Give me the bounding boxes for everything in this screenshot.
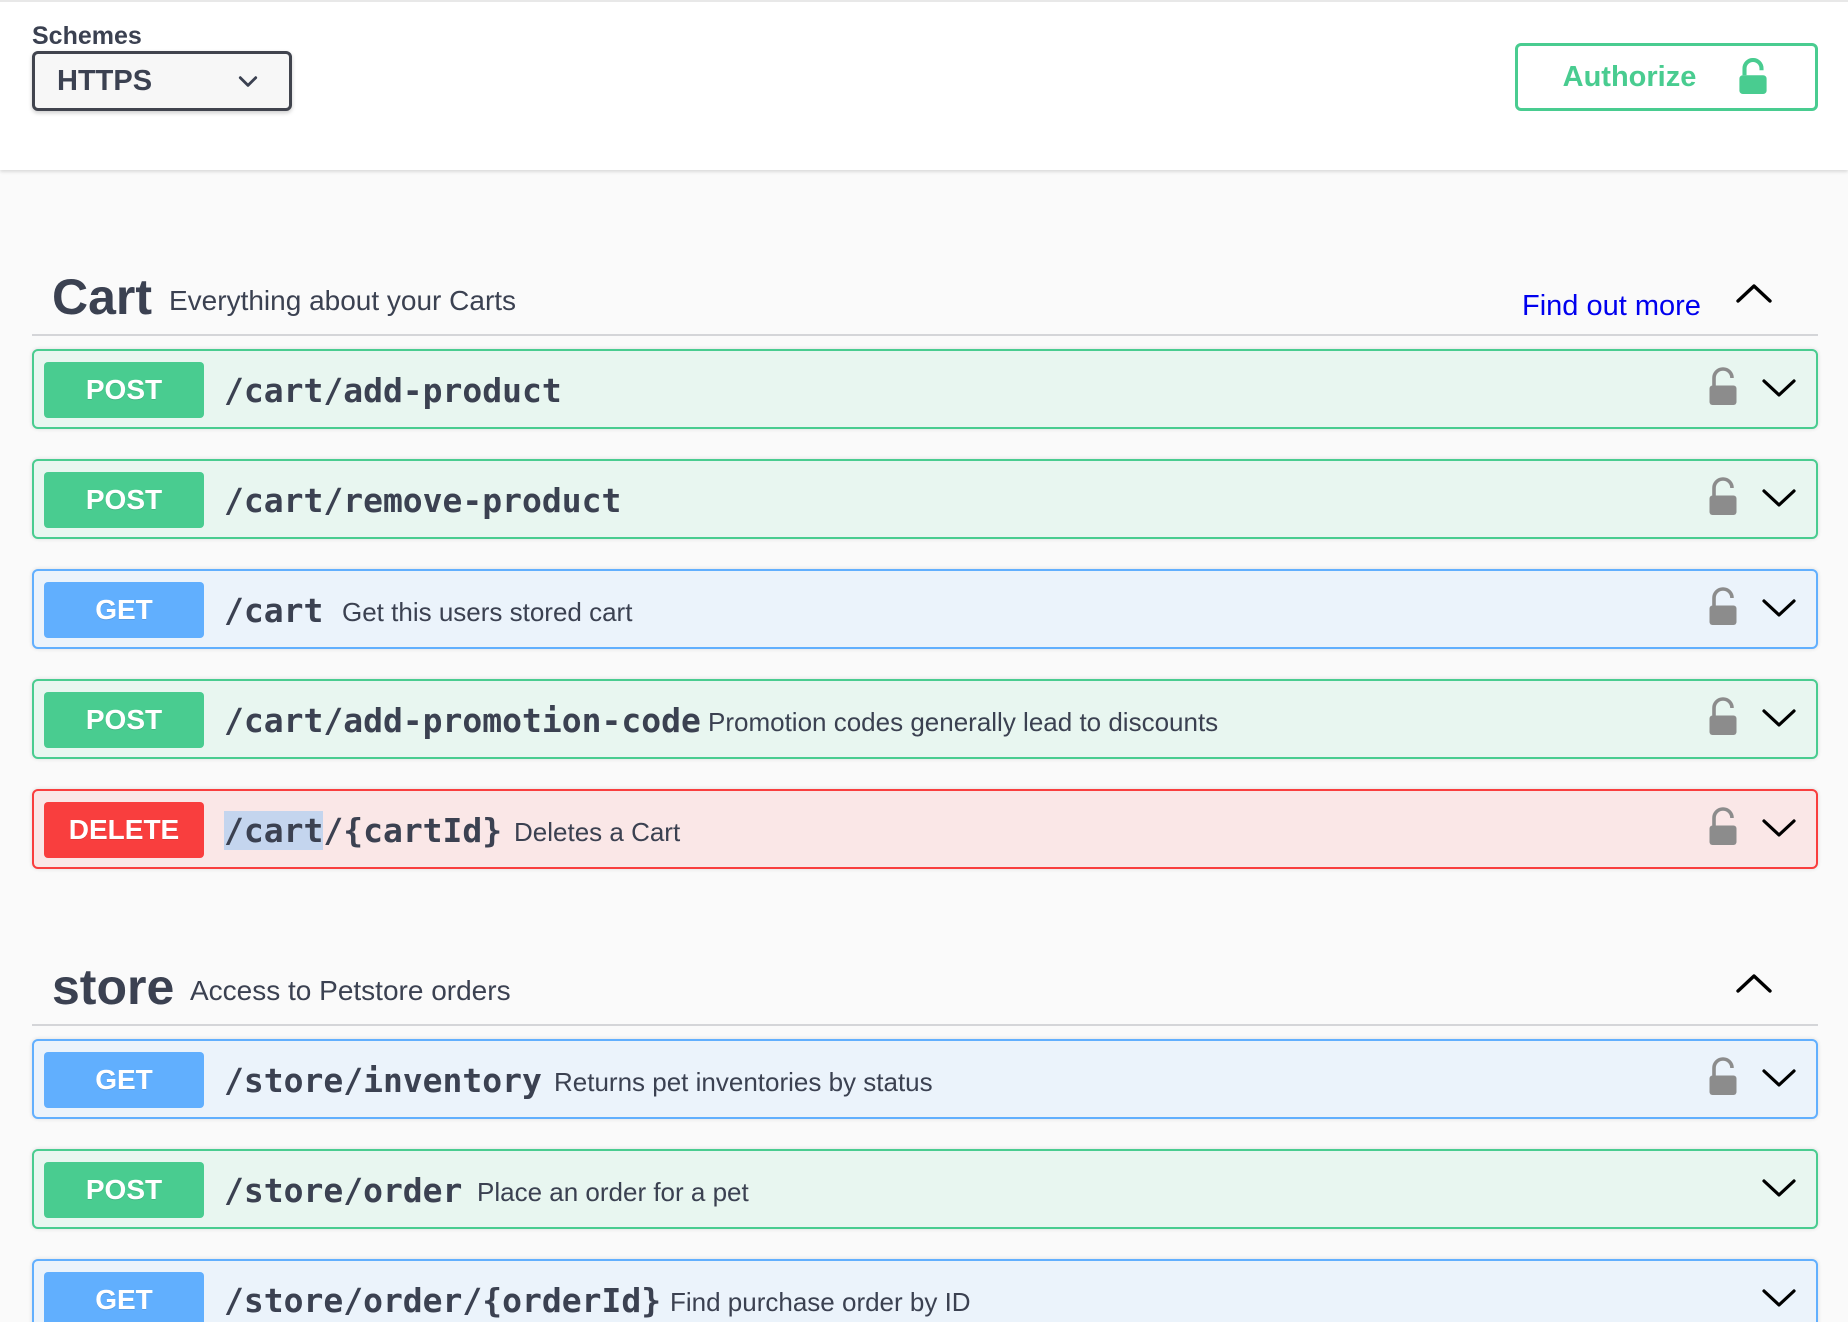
method-badge: POST (44, 1162, 204, 1218)
lock-icon[interactable] (1708, 477, 1738, 517)
section-cart: Cart Everything about your Carts Find ou… (32, 230, 1818, 869)
operation-path: /cart/add-promotion-code (224, 701, 701, 740)
lock-open-icon (1739, 58, 1767, 94)
operation-row[interactable]: POST /cart/remove-product (32, 459, 1818, 539)
chevron-up-icon[interactable] (1729, 275, 1779, 311)
operation-row[interactable]: POST /cart/add-promotion-code Promotion … (32, 679, 1818, 759)
section-title: store (52, 959, 175, 1015)
operation-path: /cart/remove-product (224, 481, 622, 520)
operation-path: /store/order/{orderId} (224, 1281, 662, 1320)
chevron-down-icon[interactable] (1759, 1063, 1799, 1093)
operation-summary: Deletes a Cart (514, 817, 681, 847)
operation-summary: Place an order for a pet (477, 1177, 749, 1207)
chevron-down-icon[interactable] (1759, 1283, 1799, 1313)
operation-row[interactable]: GET /cart Get this users stored cart (32, 569, 1818, 649)
lock-icon[interactable] (1708, 587, 1738, 627)
schemes-label: Schemes (32, 22, 142, 50)
section-title: Cart (52, 269, 153, 325)
chevron-down-icon[interactable] (1759, 813, 1799, 843)
method-badge: POST (44, 692, 204, 748)
section-description: Access to Petstore orders (190, 975, 511, 1006)
lock-icon[interactable] (1708, 807, 1738, 847)
method-badge: DELETE (44, 802, 204, 858)
method-badge: POST (44, 472, 204, 528)
authorize-label: Authorize (1562, 60, 1697, 93)
operation-summary: Get this users stored cart (342, 597, 633, 627)
chevron-down-icon[interactable] (1759, 593, 1799, 623)
selected-path-text: /cart (224, 811, 324, 850)
lock-icon[interactable] (1708, 367, 1738, 407)
method-badge: POST (44, 362, 204, 418)
find-out-more-link[interactable]: Find out more (1522, 290, 1701, 323)
operation-row[interactable]: POST /store/order Place an order for a p… (32, 1149, 1818, 1229)
operation-row[interactable]: GET /store/order/{orderId} Find purchase… (32, 1259, 1818, 1322)
operation-path: /store/inventory (224, 1061, 542, 1100)
chevron-down-icon[interactable] (1759, 483, 1799, 513)
section-description: Everything about your Carts (169, 285, 517, 316)
method-badge: GET (44, 1052, 204, 1108)
lock-icon[interactable] (1708, 1057, 1738, 1097)
operation-summary: Find purchase order by ID (670, 1287, 971, 1317)
method-badge: GET (44, 582, 204, 638)
chevron-down-icon (238, 76, 258, 87)
operation-path: /cart/add-product (224, 371, 562, 410)
schemes-bar: Schemes HTTPS Authorize (0, 0, 1848, 170)
chevron-down-icon[interactable] (1759, 373, 1799, 403)
operation-summary: Returns pet inventories by status (554, 1067, 933, 1097)
method-badge: GET (44, 1272, 204, 1322)
schemes-selected-value: HTTPS (57, 64, 153, 97)
operation-row[interactable]: GET /store/inventory Returns pet invento… (32, 1039, 1818, 1119)
chevron-up-icon[interactable] (1729, 965, 1779, 1001)
section-header-cart[interactable]: Cart Everything about your Carts Find ou… (32, 230, 1818, 336)
section-header-store[interactable]: store Access to Petstore orders (32, 920, 1818, 1026)
authorize-button[interactable]: Authorize (1515, 43, 1818, 111)
operation-row[interactable]: POST /cart/add-product (32, 349, 1818, 429)
path-remainder: /{cartId} (323, 811, 503, 850)
chevron-down-icon[interactable] (1759, 703, 1799, 733)
operation-row[interactable]: DELETE /cart/{cartId} Deletes a Cart (32, 789, 1818, 869)
operation-path: /cart/{cartId} (224, 811, 502, 850)
lock-icon[interactable] (1708, 697, 1738, 737)
operation-path: /store/order (224, 1171, 463, 1210)
section-store: store Access to Petstore orders GET /sto… (32, 920, 1818, 1322)
chevron-down-icon[interactable] (1759, 1173, 1799, 1203)
operation-summary: Promotion codes generally lead to discou… (708, 707, 1219, 737)
schemes-select[interactable]: HTTPS (32, 51, 292, 111)
operation-path: /cart (224, 591, 324, 630)
